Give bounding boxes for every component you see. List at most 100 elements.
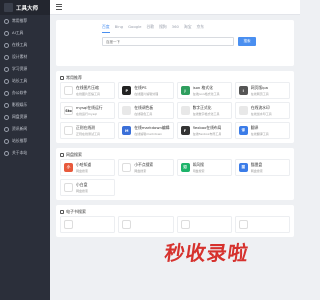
topbar — [50, 0, 300, 15]
nav-icon — [4, 42, 9, 48]
tool-text: 在线调色板在线取色工具 — [134, 105, 153, 116]
tool-title: Json 格式化 — [192, 85, 213, 90]
tool-icon — [64, 220, 73, 229]
menu-icon[interactable] — [56, 4, 62, 10]
tool-icon: J — [180, 86, 190, 95]
search-input[interactable] — [102, 37, 234, 46]
sidebar-item-label: 设计素材 — [12, 54, 28, 59]
sidebar-item-label: 资讯新闻 — [12, 126, 28, 131]
tool-icon — [238, 220, 248, 229]
tool-card[interactable]: 如如风搜 网盘搜索 — [176, 159, 232, 176]
tool-card[interactable]: J Json 格式化 在线Json格式化工具 — [176, 82, 232, 99]
tool-title: 在线markdown编辑器 — [134, 125, 170, 130]
search-tab[interactable]: 360 — [172, 24, 179, 33]
tool-card[interactable] — [118, 216, 174, 233]
tool-title: 在线图片压缩 — [76, 85, 99, 90]
search-tab[interactable]: 百度 — [102, 24, 110, 33]
tool-card[interactable]: i 网页版ipa 在线网页工具 — [234, 82, 290, 99]
tool-title: 数字正式化 — [192, 105, 212, 110]
sidebar-item[interactable]: 设计素材 — [0, 51, 50, 63]
sidebar-item[interactable]: 在线工具 — [0, 39, 50, 51]
section-header: 电子书搜索 — [60, 208, 290, 216]
card-grid: 在线图片压缩 在线图片压缩工具 P 在线PS 在线图片编辑处理 J Json 格式化 在线Js… — [60, 82, 290, 139]
sidebar-item[interactable]: 网盘资源 — [0, 111, 50, 123]
tool-title: 在线流水印 — [250, 105, 270, 110]
sidebar-item[interactable]: 常用推荐 — [0, 15, 50, 27]
tool-icon: 猫 — [238, 163, 248, 172]
tool-desc: 在线编辑markdown — [134, 132, 163, 136]
tool-card[interactable]: 译翻译 在线翻译工具 — [234, 122, 290, 139]
sidebar-item-label: 在线工具 — [12, 42, 28, 47]
search-tab[interactable]: Google — [128, 24, 141, 33]
tool-icon: 如 — [180, 163, 190, 172]
sidebar-item[interactable]: 站长工具 — [0, 75, 50, 87]
sidebar-item[interactable]: 站长推荐 — [0, 135, 50, 147]
tool-card[interactable]: Fflexbox在线布局 在线flexbox布局工具 — [176, 122, 232, 139]
section-header: 常用推荐 — [60, 74, 290, 82]
tool-card[interactable] — [234, 216, 290, 233]
tool-card[interactable]: P 在线PS 在线图片编辑处理 — [118, 82, 174, 99]
sidebar-item[interactable]: 学习资源 — [0, 63, 50, 75]
sidebar-item-label: 关于本站 — [12, 150, 28, 155]
nav-icon — [4, 54, 9, 60]
tool-icon — [122, 220, 132, 229]
search-button[interactable]: 搜索 — [238, 37, 256, 46]
tool-icon: 译 — [238, 126, 248, 135]
tool-icon — [238, 106, 248, 115]
tool-title: 猫狸盘 — [250, 162, 263, 167]
tool-text: 在线图片压缩 在线图片压缩工具 — [76, 85, 100, 96]
sidebar-item[interactable]: 影视娱乐 — [0, 99, 50, 111]
tool-card[interactable]: 正则在线测 正则在线测试工具 — [60, 122, 116, 139]
nav-icon — [4, 126, 9, 132]
tool-card[interactable]: 在线调色板在线取色工具 — [118, 102, 174, 119]
tool-text: 在线markdown编辑器 在线编辑markdown — [134, 125, 169, 136]
card-grid — [60, 216, 290, 233]
tool-title: 在线调色板 — [134, 105, 154, 110]
search-tab[interactable]: 京东 — [197, 24, 205, 33]
tool-card[interactable]: 小小哈知道网盘搜索 — [60, 159, 116, 176]
sidebar-item[interactable]: 关于本站 — [0, 147, 50, 159]
search-tab[interactable]: 淘宝 — [184, 24, 192, 33]
tool-text: 翻译 在线翻译工具 — [251, 125, 269, 136]
sidebar-item[interactable]: 办公软件 — [0, 87, 50, 99]
nav-icon — [4, 66, 9, 72]
tool-title: 小白盘 — [76, 182, 88, 187]
nav-icon — [4, 102, 9, 108]
search-tab[interactable]: Bing — [115, 24, 123, 33]
tool-desc: 正则在线测试工具 — [76, 132, 101, 136]
tool-icon: 小 — [64, 163, 73, 172]
tool-text: 如风搜 网盘搜索 — [193, 162, 205, 173]
brand-title: 工具大师 — [16, 5, 39, 12]
tool-desc: 在线取色工具 — [134, 112, 153, 116]
tool-card[interactable]: 在线图片压缩 在线图片压缩工具 — [60, 82, 116, 99]
tool-card[interactable]: 猫猫狸盘 网盘搜索 — [234, 159, 290, 176]
tool-text: 在线PS 在线图片编辑处理 — [134, 85, 158, 96]
tool-title: 小哈知道 — [76, 162, 92, 167]
tool-title: 翻译 — [250, 125, 259, 130]
sidebar-item[interactable]: AI工具 — [0, 27, 50, 39]
brand[interactable]: 工具大师 — [0, 0, 50, 15]
tool-icon: P — [122, 86, 132, 95]
sidebar-item[interactable]: 资讯新闻 — [0, 123, 50, 135]
tool-desc: 在线加水印工具 — [250, 112, 272, 116]
tool-card[interactable]: Sto mysql在线运行 在线运行mysql — [60, 102, 116, 119]
tool-icon — [122, 163, 132, 172]
sidebar-item-label: 学习资源 — [12, 66, 28, 71]
tool-icon — [180, 220, 190, 229]
tool-card[interactable] — [60, 216, 116, 233]
nav-icon — [4, 150, 9, 156]
search-tab[interactable]: 搜狗 — [159, 24, 167, 33]
tool-card[interactable]: 在线流水印在线加水印工具 — [234, 102, 290, 119]
search-tab[interactable]: 谷歌 — [146, 24, 154, 33]
section-title: 常用推荐 — [66, 75, 82, 80]
search-row: 搜索 — [102, 37, 286, 46]
tool-card[interactable]: 数字正式化 在线数字格式化工具 — [176, 102, 232, 119]
tool-card[interactable]: 小不点搜索 网盘搜索 — [118, 159, 174, 176]
tool-card[interactable]: 小白盘 网盘搜索 — [60, 179, 116, 196]
tool-text: 小不点搜索 网盘搜索 — [134, 162, 153, 173]
tool-icon: M — [122, 126, 132, 135]
tool-icon: i — [238, 86, 248, 95]
tool-desc: 网盘搜索 — [76, 169, 89, 173]
tool-card[interactable]: M 在线markdown编辑器 在线编辑markdown — [118, 122, 174, 139]
tool-card[interactable] — [176, 216, 232, 233]
